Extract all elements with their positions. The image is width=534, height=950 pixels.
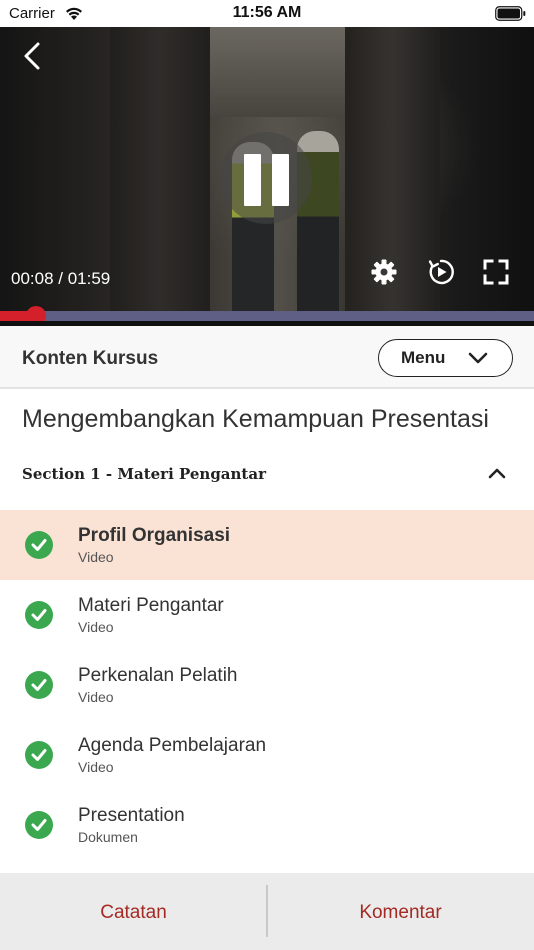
video-player[interactable]: 00:08 / 01:59 xyxy=(0,27,534,326)
fullscreen-icon[interactable] xyxy=(481,257,511,287)
course-content-title: Konten Kursus xyxy=(22,348,159,369)
video-progress-bar[interactable] xyxy=(0,306,534,326)
lesson-title: Perkenalan Pelatih xyxy=(78,665,238,686)
status-bar: Carrier 11:56 AM xyxy=(0,0,534,27)
notes-tab[interactable]: Catatan xyxy=(0,873,267,950)
lesson-type: Video xyxy=(78,619,114,635)
check-icon xyxy=(25,741,53,769)
lesson-title: Profil Organisasi xyxy=(78,525,231,546)
lesson-title: Presentation xyxy=(78,805,185,826)
lesson-item[interactable]: Presentation Dokumen xyxy=(0,790,534,860)
check-icon xyxy=(25,811,53,839)
battery-icon xyxy=(495,6,526,21)
pause-button[interactable] xyxy=(220,132,312,224)
bottom-tab-bar: Catatan Komentar xyxy=(0,873,534,950)
section-title: Section 1 - Materi Pengantar xyxy=(22,465,266,483)
playback-time: 00:08 / 01:59 xyxy=(11,269,111,288)
menu-button[interactable]: Menu xyxy=(378,339,513,377)
lesson-item[interactable]: Profil Organisasi Video xyxy=(0,510,534,580)
check-icon xyxy=(25,601,53,629)
gear-icon[interactable] xyxy=(369,257,399,287)
lesson-type: Video xyxy=(78,549,114,565)
course-title: Mengembangkan Kemampuan Presentasi xyxy=(22,405,489,433)
check-icon xyxy=(25,531,53,559)
comments-tab[interactable]: Komentar xyxy=(267,873,534,950)
lesson-item[interactable]: Agenda Pembelajaran Video xyxy=(0,720,534,790)
chevron-up-icon[interactable] xyxy=(486,463,508,483)
lesson-item[interactable]: Materi Pengantar Video xyxy=(0,580,534,650)
back-icon[interactable] xyxy=(18,41,48,71)
replay-icon[interactable] xyxy=(426,257,456,287)
lesson-item[interactable]: Perkenalan Pelatih Video xyxy=(0,650,534,720)
chevron-down-icon xyxy=(468,352,488,364)
course-content-header: Konten Kursus Menu xyxy=(0,326,534,389)
lesson-type: Dokumen xyxy=(78,829,138,845)
section-header[interactable]: Section 1 - Materi Pengantar xyxy=(0,450,534,500)
lesson-type: Video xyxy=(78,759,114,775)
menu-button-label: Menu xyxy=(401,348,446,367)
check-icon xyxy=(25,671,53,699)
lesson-title: Agenda Pembelajaran xyxy=(78,735,267,756)
lesson-title: Materi Pengantar xyxy=(78,595,224,616)
lesson-type: Video xyxy=(78,689,114,705)
status-time: 11:56 AM xyxy=(232,4,302,21)
